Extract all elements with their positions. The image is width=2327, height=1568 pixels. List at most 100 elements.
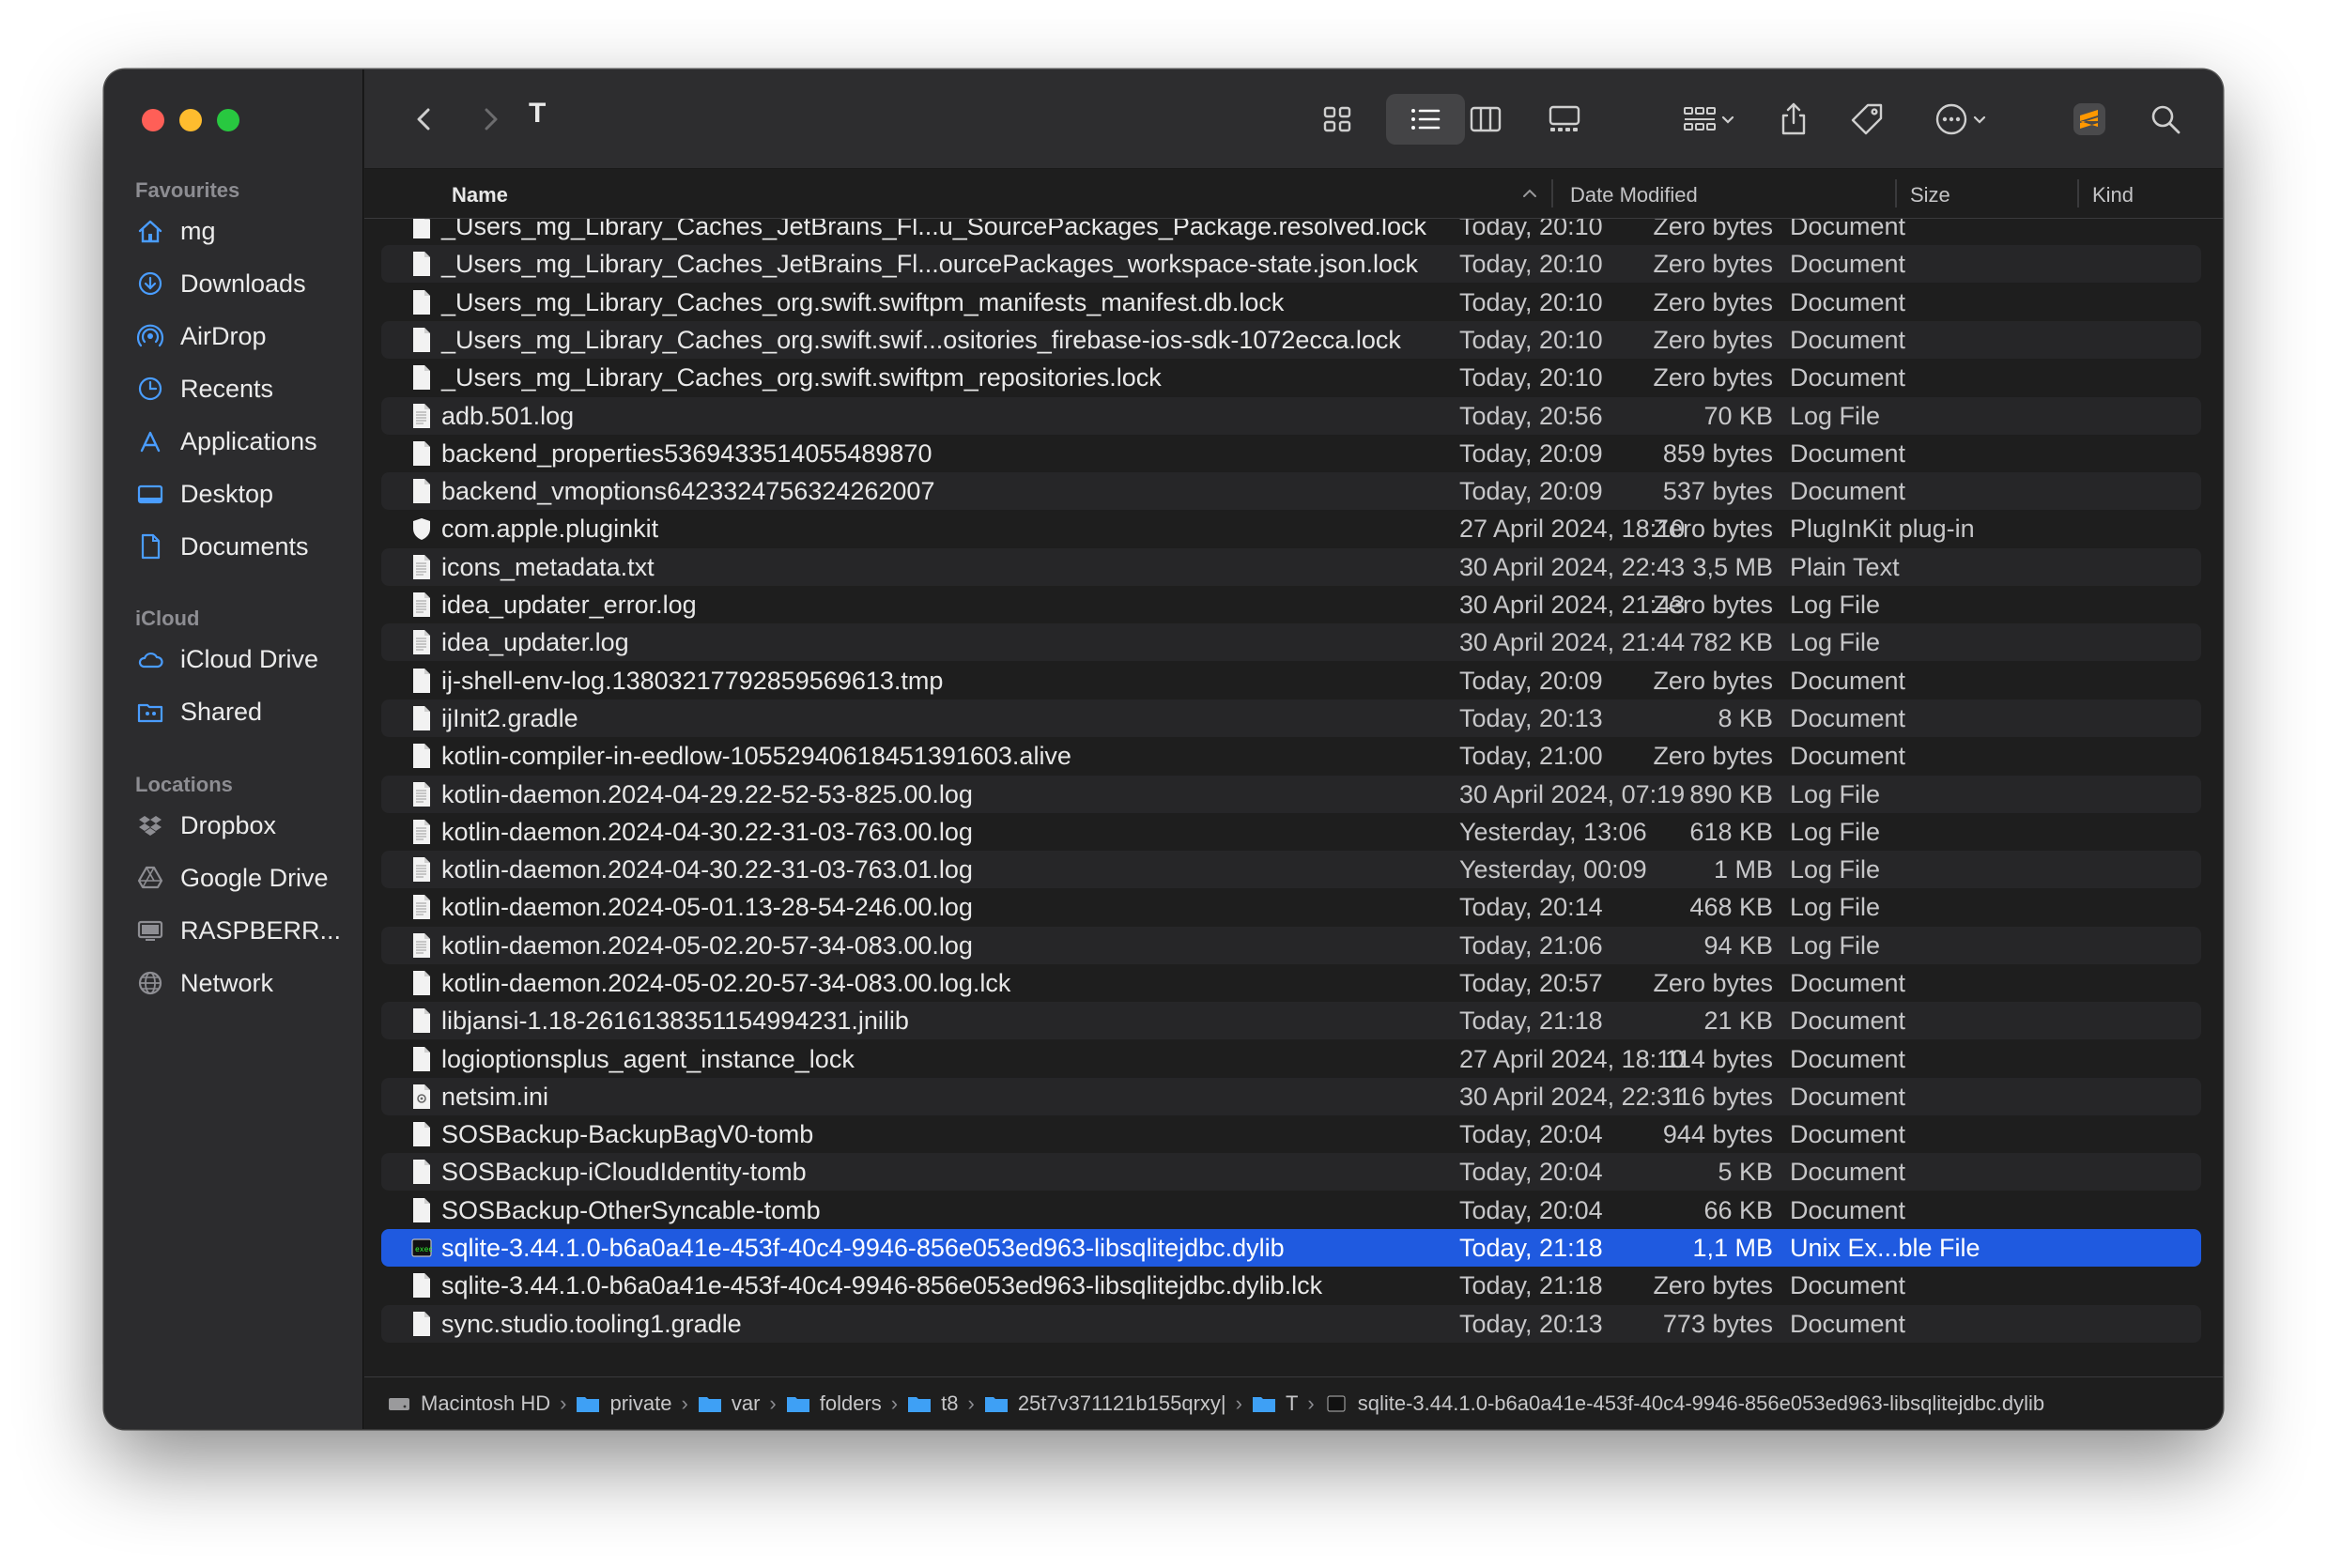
document-icon [413,252,430,276]
sidebar-item-downloads[interactable]: Downloads [136,265,306,302]
table-row[interactable]: sync.studio.tooling1.gradle Today, 20:13 7… [381,1305,2201,1343]
table-row[interactable]: com.apple.pluginkit 27 April 2024, 18:10 Z… [381,510,2201,547]
path-segment[interactable]: sqlite-3.44.1.0-b6a0a41e-453f-40c4-9946-… [1324,1391,2044,1416]
table-row[interactable]: kotlin-daemon.2024-05-02.20-57-34-083.00… [381,964,2201,1002]
path-segment[interactable]: 25t7v371121b155qrxy| [984,1391,1226,1416]
table-row[interactable]: kotlin-daemon.2024-04-30.22-31-03-763.00… [381,813,2201,851]
table-row[interactable]: kotlin-compiler-in-eedlow-10552940618451… [381,737,2201,775]
sidebar-item-dropbox[interactable]: Dropbox [136,807,276,844]
file-date-modified: 30 April 2024, 22:31 [1459,1083,1686,1111]
file-kind: Document [1790,439,1906,468]
path-segment[interactable]: folders [786,1391,882,1416]
sidebar-item-airdrop[interactable]: AirDrop [136,317,267,355]
table-row[interactable]: ij-shell-env-log.13803217792859569613.tm… [381,662,2201,699]
table-row[interactable]: idea_updater.log 30 April 2024, 21:44 782 … [381,623,2201,661]
share-icon [1781,102,1806,135]
table-row[interactable]: kotlin-daemon.2024-05-01.13-28-54-246.00… [381,888,2201,926]
table-row[interactable]: kotlin-daemon.2024-04-30.22-31-03-763.01… [381,851,2201,888]
sidebar-item-icloud-drive[interactable]: iCloud Drive [136,640,318,678]
table-row[interactable]: backend_vmoptions6423324756324262007 Toda… [381,472,2201,510]
document-icon [413,1160,430,1184]
table-row[interactable]: adb.501.log Today, 20:56 70 KB Log File [381,397,2201,435]
table-row[interactable]: _Users_mg_Library_Caches_JetBrains_Fl...… [381,219,2201,245]
file-name: sqlite-3.44.1.0-b6a0a41e-453f-40c4-9946-… [441,1234,1285,1262]
table-row[interactable]: SOSBackup-OtherSyncable-tomb Today, 20:04… [381,1191,2201,1229]
file-kind: Log File [1790,855,1881,884]
table-row[interactable]: icons_metadata.txt 30 April 2024, 22:43 3,… [381,548,2201,586]
sidebar-item-network[interactable]: Network [136,964,273,1002]
table-row[interactable]: idea_updater_error.log 30 April 2024, 21:… [381,586,2201,623]
file-name: xcrun_db [441,1347,546,1349]
zoom-window-button[interactable] [217,109,239,131]
file-date-modified: Yesterday, 13:06 [1459,818,1647,846]
sidebar-item-label: Applications [180,426,317,455]
folder-icon [1252,1396,1275,1412]
text-document-icon [413,555,430,579]
chevron-down-icon [1973,115,1986,124]
sidebar-item-mg[interactable]: mg [136,212,216,250]
file-size: Zero bytes [1653,1271,1773,1299]
text-document-icon [413,404,430,428]
table-row[interactable]: _Users_mg_Library_Caches_org.swift.swif.… [381,321,2201,359]
sublime-text-extension-button[interactable] [2064,94,2115,145]
tags-button[interactable] [1841,94,1893,145]
minimize-window-button[interactable] [179,109,202,131]
table-row[interactable]: _Users_mg_Library_Caches_JetBrains_Fl...… [381,245,2201,283]
back-button[interactable] [402,94,447,145]
table-row[interactable]: sqlite-3.44.1.0-b6a0a41e-453f-40c4-9946-… [381,1267,2201,1304]
sidebar-item-raspberr[interactable]: RASPBERR... [136,912,341,949]
sidebar-item-google-drive[interactable]: Google Drive [136,859,329,897]
sidebar-item-shared[interactable]: Shared [136,693,262,730]
table-row[interactable]: SOSBackup-iCloudIdentity-tomb Today, 20:0… [381,1153,2201,1191]
table-row[interactable]: xcrun_db Today, 20:55 3 KB Document [381,1343,2201,1349]
path-segment[interactable]: Macintosh HD [387,1391,550,1416]
table-row[interactable]: kotlin-daemon.2024-04-29.22-52-53-825.00… [381,776,2201,813]
sidebar-item-desktop[interactable]: Desktop [136,475,273,513]
path-segment[interactable]: private [576,1391,672,1416]
file-name: _Users_mg_Library_Caches_JetBrains_Fl...… [441,219,1427,240]
more-actions-button[interactable] [1923,94,1998,145]
group-by-button[interactable] [1672,94,1747,145]
file-kind: Document [1790,1045,1906,1073]
text-document-icon [413,895,430,919]
google-drive-icon [136,864,164,892]
table-row[interactable]: _Users_mg_Library_Caches_org.swift.swift… [381,359,2201,396]
column-view-button[interactable] [1456,94,1516,145]
size-column-header[interactable]: Size [1910,183,1950,208]
file-list: _Users_mg_Library_Caches_JetBrains_Fl...… [364,219,2223,1349]
share-button[interactable] [1767,94,1820,145]
columns-icon [1470,106,1502,132]
forward-button[interactable] [468,94,513,145]
sidebar-section-locations: Locations [135,773,233,796]
close-window-button[interactable] [142,109,164,131]
file-kind: Document [1790,1347,1905,1349]
table-row-selected[interactable]: exec sqlite-3.44.1.0-b6a0a41e-453f-40c4-9… [381,1229,2201,1267]
table-row[interactable]: logioptionsplus_agent_instance_lock 27 Ap… [381,1040,2201,1078]
sidebar-item-label: mg [180,216,216,245]
file-date-modified: Today, 20:57 [1459,969,1603,997]
table-row[interactable]: libjansi-1.18-2616138351154994231.jnilib… [381,1002,2201,1039]
icon-view-button[interactable] [1307,94,1367,145]
document-icon [411,1348,432,1349]
search-button[interactable] [2139,94,2192,145]
gallery-view-button[interactable] [1534,94,1595,145]
list-view-button[interactable] [1386,94,1465,145]
file-name: _Users_mg_Library_Caches_org.swift.swift… [441,363,1162,392]
kind-column-header[interactable]: Kind [2092,183,2134,208]
table-row[interactable]: SOSBackup-BackupBagV0-tomb Today, 20:04 94… [381,1115,2201,1153]
sidebar-item-recents[interactable]: Recents [136,370,273,407]
path-segment[interactable]: var [698,1391,761,1416]
sidebar-item-documents[interactable]: Documents [136,528,309,565]
table-row[interactable]: _Users_mg_Library_Caches_org.swift.swift… [381,284,2201,321]
table-row[interactable]: kotlin-daemon.2024-05-02.20-57-34-083.00… [381,927,2201,964]
table-row[interactable]: ijInit2.gradle Today, 20:13 8 KB Document [381,699,2201,737]
path-segment[interactable]: T [1252,1391,1298,1416]
table-row[interactable]: backend_properties5369433514055489870 Tod… [381,435,2201,472]
name-column-header[interactable]: Name [452,183,508,208]
file-date-modified: Today, 20:04 [1459,1120,1603,1148]
path-segment-label: var [731,1391,761,1415]
table-row[interactable]: netsim.ini 30 April 2024, 22:31 16 bytes Do… [381,1078,2201,1115]
path-segment[interactable]: t8 [907,1391,958,1416]
date-modified-column-header[interactable]: Date Modified [1570,183,1698,208]
sidebar-item-applications[interactable]: Applications [136,423,317,460]
